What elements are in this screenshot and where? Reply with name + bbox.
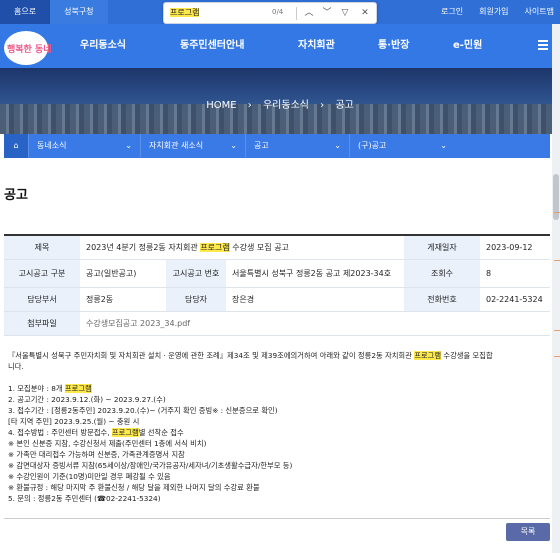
find-count: 0/4 [272, 8, 284, 16]
chevron-down-icon: ⌄ [334, 141, 341, 150]
home-tab[interactable]: 홈으로 [0, 0, 51, 24]
page-title: 공고 [4, 188, 28, 203]
note-line: ※ 감면대상자 증빙서류 지참(65세이상/장애인/국가유공자/세자녀/기초생활… [8, 461, 293, 470]
notice-type: 공고(일반공고) [80, 259, 166, 288]
utility-links: 로그인 회원가입 사이트맵 [441, 0, 554, 24]
item-reception-period: 3. 접수기간 : [정릉2동주민] 2023.9.20.(수)~ (거주지 확… [8, 406, 278, 415]
notice-body: 『서울특별시 성북구 주민자치회 및 자치회관 설치 · 운영에 관한 조례』제… [8, 350, 544, 504]
label-date: 게재일자 [404, 235, 480, 260]
table-row: 첨부파일 수강생모집공고 2023_34.pdf [4, 311, 550, 336]
hero-banner: HOME › 우리동소식 › 공고 [0, 68, 560, 134]
find-query: 프로그램 [170, 8, 200, 17]
find-highlight: 프로그램 [414, 351, 442, 360]
scroll-marker [554, 330, 560, 331]
main-nav: 우리동소식 동주민센터안내 자치회관 통·반장 e-민원 [80, 24, 533, 68]
nav-civil[interactable]: e-민원 [453, 24, 533, 68]
main-header: 행복한 동네 우리동소식 동주민센터안내 자치회관 통·반장 e-민원 [0, 24, 560, 68]
chevron-down-icon[interactable]: ﹀ [320, 6, 334, 21]
item-recruit-field: 1. 모집분야 : 8개 프로그램 [8, 384, 92, 393]
chevron-down-icon: ⌄ [440, 141, 447, 150]
scroll-marker [554, 260, 560, 261]
chevron-down-icon: ⌄ [230, 141, 237, 150]
department: 정릉2동 [80, 287, 166, 312]
attachment-link[interactable]: 수강생모집공고 2023_34.pdf [80, 311, 550, 336]
find-highlight: 프로그램 [111, 428, 139, 437]
phone-number: 02-2241-5324 [480, 287, 550, 312]
label-notice-type: 고시공고 구분 [4, 259, 80, 288]
find-highlight: 프로그램 [200, 242, 230, 252]
note-line: ※ 환불규정 : 해당 마지막 주 환불신청 / 해당 달을 제외한 나머지 달… [8, 483, 260, 492]
subnav-dropdown-notice[interactable]: 공고 ⌄ [245, 134, 349, 158]
item-inquiry: 5. 문의 : 정릉2동 주민센터 (☎02-2241-5324) [8, 494, 161, 503]
breadcrumb-home[interactable]: HOME [206, 100, 236, 111]
label-views: 조회수 [404, 259, 480, 288]
table-row: 고시공고 구분 공고(일반공고) 고시공고 번호 서울특별시 성북구 정릉2동 … [4, 259, 550, 288]
sitemap-link[interactable]: 사이트맵 [525, 0, 554, 24]
close-icon[interactable]: ✕ [358, 6, 372, 21]
notice-title: 2023년 4분기 정릉2동 자치회관 프로그램 수강생 모집 공고 [80, 235, 404, 260]
label-phone: 전화번호 [404, 287, 480, 312]
site-tabs: 홈으로 성북구청 [0, 0, 108, 24]
breadcrumb: HOME › 우리동소식 › 공고 [206, 100, 354, 111]
table-row: 제목 2023년 4분기 정릉2동 자치회관 프로그램 수강생 모집 공고 게재… [4, 235, 550, 260]
chevron-up-icon[interactable]: ︿ [302, 6, 316, 21]
sub-navigation: ⌂ 동네소식 ⌄ 자치회관 새소식 ⌄ 공고 ⌄ (구)공고 ⌄ [4, 134, 550, 158]
item-notice-period: 2. 공고기간 : 2023.9.12.(화) ~ 2023.9.27.(수) [8, 395, 166, 404]
home-icon[interactable]: ⌂ [4, 134, 28, 158]
intro-line: 『서울특별시 성북구 주민자치회 및 자치회관 설치 · 운영에 관한 조례』제… [8, 351, 493, 360]
nav-center-guide[interactable]: 동주민센터안내 [180, 24, 298, 68]
label-notice-no: 고시공고 번호 [166, 259, 226, 288]
nav-news[interactable]: 우리동소식 [80, 24, 180, 68]
nav-autonomy-hall[interactable]: 자치회관 [298, 24, 378, 68]
intro-line-end: 니다. [8, 362, 24, 371]
logo-text: 행복한 동네 [7, 45, 52, 55]
notice-date: 2023-09-12 [480, 235, 550, 260]
label-attach: 첨부파일 [4, 311, 80, 336]
scroll-marker [554, 356, 560, 357]
find-separator [296, 7, 297, 20]
notice-info-table: 제목 2023년 4분기 정릉2동 자치회관 프로그램 수강생 모집 공고 게재… [4, 234, 550, 336]
chevron-down-icon: ⌄ [125, 141, 132, 150]
note-line: ※ 본인 신분증 지참, 수강신청서 제출(주민센터 1층에 서식 비치) [8, 439, 207, 448]
scrollbar-thumb[interactable] [553, 174, 559, 220]
item-reception-method: 4. 접수방법 : 주민센터 방문접수, 프로그램별 선착순 접수 [8, 428, 184, 437]
person-in-charge: 장은경 [226, 287, 404, 312]
note-line: ※ 수강인원이 기준(10명)미만일 경우 폐강될 수 있음 [8, 472, 171, 481]
filter-icon[interactable]: ▽ [338, 6, 352, 21]
find-bar: 프로그램 0/4 ︿ ﹀ ▽ ✕ [163, 2, 377, 24]
content-divider [4, 518, 550, 519]
find-input[interactable]: 프로그램 [170, 7, 200, 18]
site-logo[interactable]: 행복한 동네 [4, 31, 52, 65]
subnav-dropdown-neighborhood[interactable]: 동네소식 ⌄ [28, 134, 140, 158]
find-highlight: 프로그램 [64, 384, 92, 393]
label-title: 제목 [4, 235, 80, 260]
label-person: 담당자 [166, 287, 226, 312]
notice-number: 서울특별시 성북구 정릉2동 공고 제2023-34호 [226, 259, 404, 288]
item-reception-other: [타 지역 주민] 2023.9.25.(월) ~ 충원 시 [8, 417, 140, 426]
signup-link[interactable]: 회원가입 [479, 0, 508, 24]
label-dept: 담당부서 [4, 287, 80, 312]
nav-leaders[interactable]: 통·반장 [378, 24, 453, 68]
subnav-dropdown-old-notice[interactable]: (구)공고 ⌄ [349, 134, 455, 158]
scrollbar[interactable] [552, 24, 560, 553]
list-button[interactable]: 목록 [506, 523, 550, 541]
breadcrumb-news[interactable]: 우리동소식 [263, 100, 309, 111]
scroll-marker [554, 212, 560, 213]
view-count: 8 [480, 259, 550, 288]
seongbuk-tab[interactable]: 성북구청 [50, 0, 108, 24]
table-row: 담당부서 정릉2동 담당자 장은경 전화번호 02-2241-5324 [4, 287, 550, 312]
subnav-dropdown-hall-news[interactable]: 자치회관 새소식 ⌄ [140, 134, 245, 158]
note-line: ※ 가족만 대리접수 가능하며 신분증, 가족관계증명서 지참 [8, 450, 185, 459]
login-link[interactable]: 로그인 [441, 0, 463, 24]
breadcrumb-notice: 공고 [335, 100, 354, 111]
hamburger-menu-icon[interactable] [538, 40, 548, 50]
